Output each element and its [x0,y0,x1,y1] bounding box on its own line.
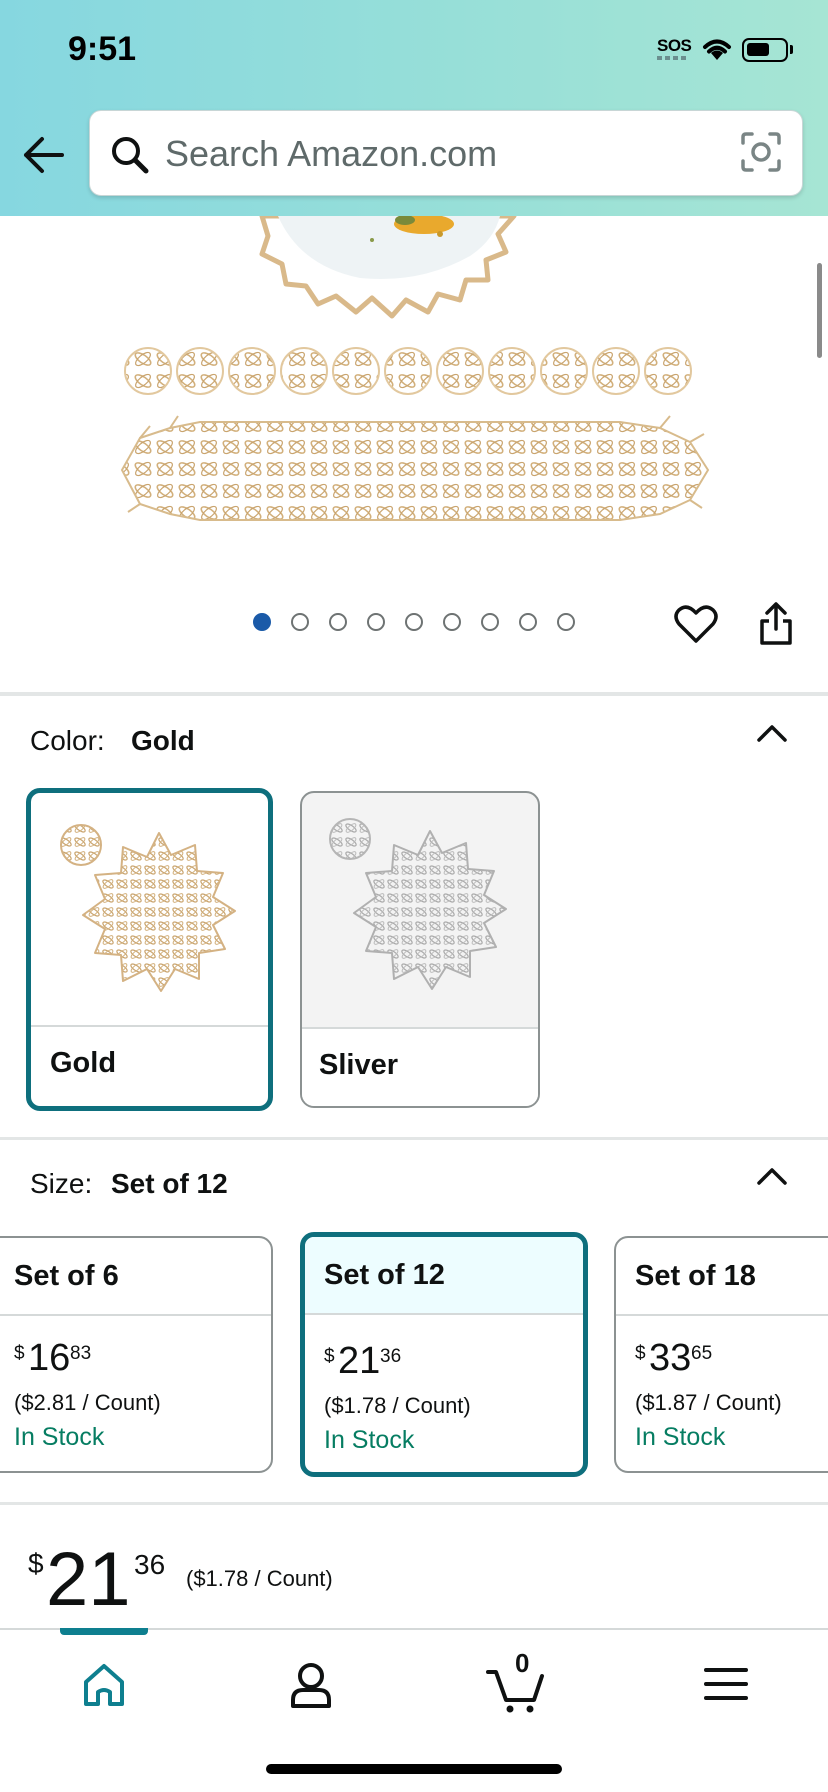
account-icon[interactable] [281,1654,341,1714]
battery-icon [742,38,788,62]
color-selected-value: Gold [131,725,195,756]
app-header: 9:51 SOS Search Amazon.com [0,0,828,216]
back-arrow-icon[interactable] [22,133,66,177]
placemat-stack-image [120,415,710,521]
sos-indicator: SOS [657,36,692,55]
signal-dots [657,56,689,60]
share-icon[interactable] [758,601,794,647]
pagination-dot[interactable] [519,613,537,631]
pagination-dot[interactable] [253,613,271,631]
section-divider [0,1502,828,1505]
main-price-currency: $ [28,1548,44,1579]
product-image[interactable] [0,213,828,566]
size-option-title: Set of 18 [635,1260,756,1292]
stock-status: In Stock [635,1423,726,1451]
price-currency: $ [324,1346,335,1367]
color-label: Color: [30,725,105,756]
price-fraction: 65 [691,1343,713,1364]
price-whole: 33 [649,1337,692,1379]
chevron-up-icon[interactable] [756,722,788,744]
size-option-set-of-18[interactable]: Set of 18 $ 33 65 ($1.87 / Count) In Sto… [614,1236,828,1473]
section-divider [0,692,828,696]
search-placeholder: Search Amazon.com [165,133,498,174]
pagination-dot[interactable] [291,613,309,631]
pagination-dot[interactable] [405,613,423,631]
wifi-icon [703,39,731,60]
color-option-label: Sliver [319,1049,398,1081]
home-icon[interactable] [74,1654,134,1714]
size-option-set-of-6[interactable]: Set of 6 $ 16 83 ($2.81 / Count) In Stoc… [0,1236,273,1473]
chevron-up-icon[interactable] [756,1165,788,1187]
pagination-dot[interactable] [481,613,499,631]
battery-tip [790,45,793,54]
size-option-title: Set of 6 [14,1260,119,1292]
stock-status: In Stock [324,1426,415,1454]
wishlist-heart-icon[interactable] [673,603,719,645]
price-currency: $ [14,1343,25,1364]
pagination-dot[interactable] [443,613,461,631]
cart-count: 0 [515,1648,530,1678]
unit-price: ($1.87 / Count) [635,1390,782,1415]
unit-price: ($2.81 / Count) [14,1390,161,1415]
size-selected-value: Set of 12 [111,1168,228,1199]
price-whole: 16 [28,1337,71,1379]
size-label: Size: [30,1168,93,1199]
search-icon [112,137,149,174]
size-option-set-of-12[interactable]: Set of 12 $ 21 36 ($1.78 / Count) In Sto… [300,1232,588,1477]
main-price-fraction: 36 [134,1549,166,1580]
placemat-plate-image [259,213,517,319]
pagination-dot[interactable] [367,613,385,631]
main-price-whole: 21 [46,1537,131,1622]
size-option-title: Set of 12 [324,1259,445,1291]
active-tab-indicator [60,1628,148,1635]
color-option-sliver[interactable]: Sliver [300,791,540,1108]
stock-status: In Stock [14,1423,105,1451]
page-scrollbar[interactable] [817,263,822,358]
price-fraction: 83 [70,1343,92,1364]
price-currency: $ [635,1343,646,1364]
menu-icon[interactable] [696,1654,756,1714]
unit-price: ($1.78 / Count) [324,1393,471,1418]
price-whole: 21 [338,1340,381,1382]
price-fraction: 36 [380,1346,402,1367]
color-option-gold[interactable]: Gold [26,788,273,1111]
status-time: 9:51 [68,30,137,68]
pagination-dot[interactable] [557,613,575,631]
pagination-dot[interactable] [329,613,347,631]
section-divider [0,1137,828,1140]
main-unit-price: ($1.78 / Count) [186,1566,333,1591]
home-indicator[interactable] [266,1764,562,1774]
camera-search-icon[interactable] [740,131,782,173]
coaster-row-image [124,347,692,395]
color-option-label: Gold [50,1047,117,1079]
silver-swatch-image [329,818,507,990]
gold-swatch-image [60,824,236,992]
search-input[interactable]: Search Amazon.com [89,110,803,196]
